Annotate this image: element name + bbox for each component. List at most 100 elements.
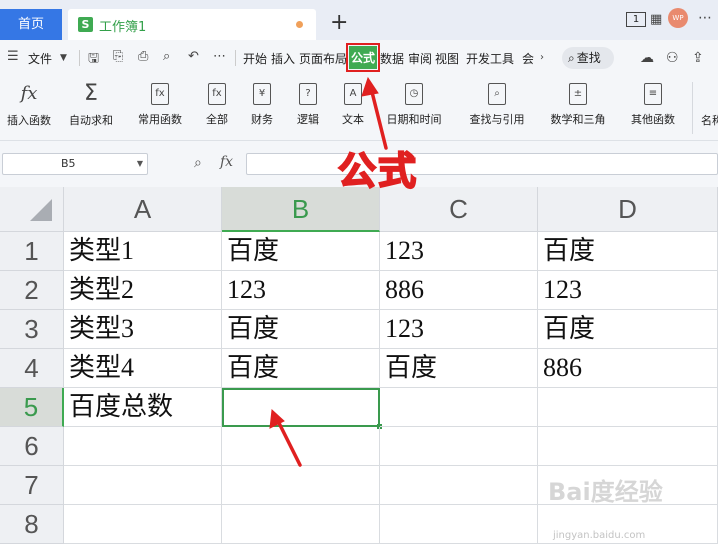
cell-c7[interactable] <box>380 466 538 505</box>
save-icon[interactable]: 🖫 <box>88 49 99 71</box>
apps-grid-icon[interactable]: ▦ <box>650 12 662 27</box>
search-button[interactable]: ⌕ 查找 <box>562 47 614 69</box>
common-functions-button[interactable]: fx 常用函数 <box>131 76 189 127</box>
share-icon[interactable]: ⇪ <box>692 50 704 66</box>
cell-c5[interactable] <box>380 388 538 427</box>
cell-a7[interactable] <box>64 466 222 505</box>
divider <box>79 50 80 66</box>
select-all-corner[interactable] <box>0 187 64 232</box>
undo-icon[interactable]: ↶ <box>188 49 199 64</box>
cell-c3[interactable]: 123 <box>380 310 538 349</box>
row-header-6[interactable]: 6 <box>0 427 64 466</box>
other-functions-button[interactable]: ≡ 其他函数 <box>622 76 684 127</box>
cell-a1[interactable]: 类型1 <box>64 232 222 271</box>
cell-d6[interactable] <box>538 427 718 466</box>
name-manager-button[interactable]: 名称 <box>700 76 718 128</box>
document-tab[interactable]: S 工作簿1 <box>68 9 316 40</box>
row-header-2[interactable]: 2 <box>0 271 64 310</box>
clock-icon: ◷ <box>405 83 423 105</box>
question-icon: ? <box>299 83 317 105</box>
book-icon: ≡ <box>644 83 662 105</box>
more-quick-icon[interactable]: ⋯ <box>213 49 226 64</box>
cell-d5[interactable] <box>538 388 718 427</box>
cell-b7[interactable] <box>222 466 380 505</box>
cell-a3[interactable]: 类型3 <box>64 310 222 349</box>
file-menu[interactable]: 文件 <box>28 50 52 67</box>
avatar[interactable]: WP <box>668 8 688 28</box>
cell-a5[interactable]: 百度总数 <box>64 388 222 427</box>
logical-button[interactable]: ? 逻辑 <box>290 76 326 127</box>
cell-c1[interactable]: 123 <box>380 232 538 271</box>
menu-developer[interactable]: 开发工具 <box>466 50 514 67</box>
cell-a8[interactable] <box>64 505 222 544</box>
cell-c8[interactable] <box>380 505 538 544</box>
menu-formulas[interactable]: 公式 <box>345 43 381 72</box>
insert-function-button[interactable]: fx 插入函数 <box>4 76 54 128</box>
cell-b5[interactable] <box>222 388 380 427</box>
cell-b8[interactable] <box>222 505 380 544</box>
cell-b2[interactable]: 123 <box>222 271 380 310</box>
menu-view[interactable]: 视图 <box>435 50 459 67</box>
cell-a6[interactable] <box>64 427 222 466</box>
lookup-icon: ⌕ <box>488 83 506 105</box>
formula-input[interactable] <box>246 153 718 175</box>
home-tab[interactable]: 首页 <box>0 9 62 40</box>
cell-d4[interactable]: 886 <box>538 349 718 388</box>
cell-d1[interactable]: 百度 <box>538 232 718 271</box>
divider <box>692 82 693 134</box>
watermark-url: jingyan.baidu.com <box>553 530 646 541</box>
name-box[interactable]: B5 ▼ <box>2 153 148 175</box>
row-header-1[interactable]: 1 <box>0 232 64 271</box>
row-header-4[interactable]: 4 <box>0 349 64 388</box>
date-time-button[interactable]: ◷ 日期和时间 <box>380 76 448 127</box>
row-header-5[interactable]: 5 <box>0 388 64 427</box>
text-button[interactable]: A 文本 <box>335 76 371 127</box>
autosum-button[interactable]: Σ 自动求和 <box>63 76 119 128</box>
cell-d3[interactable]: 百度 <box>538 310 718 349</box>
row-header-7[interactable]: 7 <box>0 466 64 505</box>
lookup-reference-button[interactable]: ⌕ 查找与引用 <box>461 76 533 127</box>
text-a-icon: A <box>344 83 362 105</box>
window-count-icon[interactable]: 1 <box>626 12 646 27</box>
document-name: 工作簿1 <box>99 20 147 35</box>
fx-icon[interactable]: fx <box>220 154 233 170</box>
cell-c6[interactable] <box>380 427 538 466</box>
column-header-a[interactable]: A <box>64 187 222 232</box>
cell-d2[interactable]: 123 <box>538 271 718 310</box>
menu-start[interactable]: 开始 <box>243 50 267 67</box>
menu-insert[interactable]: 插入 <box>271 50 295 67</box>
yen-icon: ¥ <box>253 83 271 105</box>
cell-c2[interactable]: 886 <box>380 271 538 310</box>
menu-review[interactable]: 审阅 <box>408 50 432 67</box>
share-user-icon[interactable]: ⚇ <box>666 50 679 66</box>
cell-b3[interactable]: 百度 <box>222 310 380 349</box>
row-header-3[interactable]: 3 <box>0 310 64 349</box>
chevron-down-icon[interactable]: ▼ <box>60 53 67 63</box>
chevron-right-icon[interactable]: › <box>540 52 544 63</box>
menu-member[interactable]: 会 <box>522 50 534 67</box>
cell-b4[interactable]: 百度 <box>222 349 380 388</box>
cell-c4[interactable]: 百度 <box>380 349 538 388</box>
cell-b1[interactable]: 百度 <box>222 232 380 271</box>
math-trig-button[interactable]: ± 数学和三角 <box>542 76 614 127</box>
financial-button[interactable]: ¥ 财务 <box>244 76 280 127</box>
cloud-icon[interactable]: ☁ <box>640 50 654 66</box>
all-functions-button[interactable]: fx 全部 <box>199 76 235 127</box>
menu-data[interactable]: 数据 <box>380 50 404 67</box>
column-header-d[interactable]: D <box>538 187 718 232</box>
cell-a4[interactable]: 类型4 <box>64 349 222 388</box>
menu-bar: ☰ 文件 ▼ 🖫 ⎘ ⎙ ⌕ ↶ ⋯ 开始 插入 页面布局 公式 数据 审阅 视… <box>0 40 718 76</box>
export-icon[interactable]: ⎘ <box>113 49 123 64</box>
more-icon[interactable]: ⋯ <box>698 10 712 26</box>
menu-page-layout[interactable]: 页面布局 <box>299 50 347 67</box>
divider <box>235 50 236 66</box>
cell-b6[interactable] <box>222 427 380 466</box>
row-header-8[interactable]: 8 <box>0 505 64 544</box>
chevron-down-icon[interactable]: ▼ <box>137 154 143 174</box>
new-tab-button[interactable]: + <box>330 10 348 36</box>
print-preview-icon[interactable]: ⌕ <box>163 49 170 64</box>
hamburger-icon[interactable]: ☰ <box>7 49 19 64</box>
zoom-icon[interactable]: ⌕ <box>194 155 202 171</box>
print-icon[interactable]: ⎙ <box>138 49 148 64</box>
cell-a2[interactable]: 类型2 <box>64 271 222 310</box>
